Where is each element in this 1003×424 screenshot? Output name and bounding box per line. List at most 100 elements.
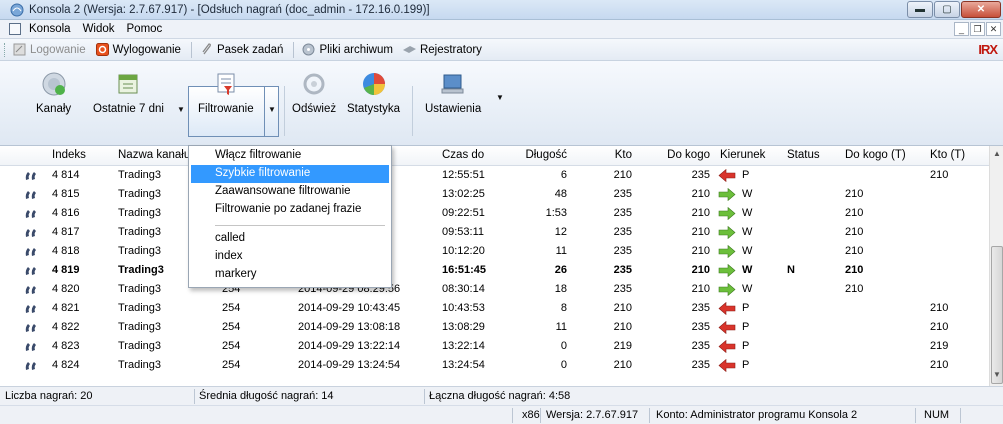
cell-chan: Trading3: [118, 359, 162, 371]
last7days-dropdown-icon[interactable]: ▼: [177, 105, 185, 114]
menu-called[interactable]: called: [191, 230, 389, 248]
cell-len: 0: [560, 359, 567, 371]
filter-dropdown-icon[interactable]: ▼: [268, 105, 276, 114]
settings-button[interactable]: Ustawienia: [425, 71, 481, 115]
col-to-whom-t[interactable]: Do kogo (T): [845, 149, 906, 161]
outgoing-arrow-icon: [718, 245, 736, 258]
menu-phrase-filter[interactable]: Filtrowanie po zadanej frazie: [191, 201, 389, 219]
logout-button[interactable]: Wylogowanie: [95, 43, 181, 56]
incoming-arrow-icon: [718, 302, 736, 315]
cell-idx: 4 818: [52, 245, 80, 257]
incoming-arrow-icon: [718, 340, 736, 353]
scroll-up-icon[interactable]: ▲: [993, 149, 1001, 158]
last7days-button[interactable]: Ostatnie 7 dni: [93, 71, 164, 115]
table-row[interactable]: 4 821 Trading3 254 2014-09-29 10:43:45 10:43…: [0, 300, 989, 317]
cell-kto: 235: [613, 226, 632, 238]
statistics-button[interactable]: Statystyka: [347, 71, 400, 115]
menu-konsola[interactable]: Konsola: [29, 23, 71, 35]
recording-icon: [25, 248, 36, 256]
col-channel[interactable]: Nazwa kanału: [118, 149, 190, 161]
col-length[interactable]: Długość: [490, 149, 567, 161]
table-row[interactable]: 4 819Trading31:1916:51:4526235210WN210: [0, 262, 989, 279]
menu-enable-filter[interactable]: Włącz filtrowanie: [191, 147, 389, 165]
col-who[interactable]: Kto: [580, 149, 632, 161]
cell-idx: 4 822: [52, 321, 80, 333]
taskbar-button[interactable]: Pasek zadań: [200, 43, 283, 56]
recorders-button[interactable]: Rejestratory: [402, 43, 482, 56]
table-row[interactable]: 4 817Trading35909:53:1112235210W210: [0, 224, 989, 241]
vertical-scrollbar[interactable]: ▲ ▼: [989, 146, 1003, 386]
table-row[interactable]: 4 816Trading35809:22:511:53235210W210: [0, 205, 989, 222]
title-bar: Konsola 2 (Wersja: 2.7.67.917) - [Odsłuc…: [0, 0, 1003, 20]
cell-chan: Trading3: [118, 188, 162, 200]
login-button[interactable]: Logowanie: [13, 43, 86, 56]
minimize-button[interactable]: ▬: [907, 1, 933, 18]
table-row[interactable]: 4 823 Trading3 254 2014-09-29 13:22:14 13:22…: [0, 338, 989, 355]
filter-button[interactable]: Filtrowanie: [198, 71, 254, 115]
recording-icon: [25, 343, 36, 351]
cell-dir: P: [742, 359, 750, 371]
cell-len: 8: [560, 302, 567, 314]
cell-dokogo-t: 210: [845, 245, 864, 257]
menu-widok[interactable]: Widok: [83, 23, 115, 35]
cell-dokogo-t: 210: [845, 207, 864, 219]
channels-button[interactable]: Kanały: [36, 71, 71, 115]
window-title: Konsola 2 (Wersja: 2.7.67.917) - [Odsłuc…: [29, 3, 430, 16]
col-end-time[interactable]: Czas do: [442, 149, 484, 161]
main-toolbar: Kanały Ostatnie 7 dni ▼ Filtrowanie ▼ Od…: [0, 61, 1003, 146]
menu-separator: [215, 225, 385, 226]
cell-dokogo-t: 210: [845, 188, 864, 200]
scroll-down-icon[interactable]: ▼: [993, 370, 1001, 379]
status-bar-summary: Liczba nagrań: 20 Średnia długość nagrań…: [0, 386, 1003, 405]
table-row[interactable]: 4 818Trading30910:12:2011235210W210: [0, 243, 989, 260]
recordings-grid: Indeks Nazwa kanału Czas do Długość Kto …: [0, 146, 1003, 386]
recording-icon: [25, 286, 36, 294]
col-status[interactable]: Status: [787, 149, 820, 161]
cell-dokogo: 210: [691, 264, 710, 276]
refresh-button[interactable]: Odśwież: [292, 71, 336, 115]
menu-markery[interactable]: markery: [191, 266, 389, 284]
recording-icon: [25, 191, 36, 199]
col-direction[interactable]: Kierunek: [720, 149, 765, 161]
cell-start: 2014-09-29 13:08:18: [298, 321, 401, 333]
menu-pomoc[interactable]: Pomoc: [127, 23, 163, 35]
total-length: Łączna długość nagrań: 4:58: [429, 390, 571, 402]
table-row[interactable]: 4 815Trading33713:02:2548235210W210: [0, 186, 989, 203]
cell-len: 1:53: [545, 207, 567, 219]
col-index[interactable]: Indeks: [52, 149, 86, 161]
menu-index[interactable]: index: [191, 248, 389, 266]
cell-kto: 210: [613, 302, 632, 314]
recording-icon: [25, 324, 36, 332]
cell-chan: Trading3: [118, 226, 162, 238]
close-button[interactable]: ✕: [961, 1, 1001, 18]
maximize-button[interactable]: ▢: [934, 1, 960, 18]
menu-advanced-filter[interactable]: Zaawansowane filtrowanie: [191, 183, 389, 201]
grid-header: Indeks Nazwa kanału Czas do Długość Kto …: [0, 146, 989, 166]
cell-end: 10:43:53: [442, 302, 485, 314]
table-row[interactable]: 4 820 Trading3 254 2014-09-29 08:29:56 08:30…: [0, 281, 989, 298]
table-row[interactable]: 4 822 Trading3 254 2014-09-29 13:08:18 13:08…: [0, 319, 989, 336]
scroll-thumb[interactable]: [991, 246, 1003, 384]
settings-dropdown-icon[interactable]: ▼: [496, 93, 504, 102]
mdi-minimize-button[interactable]: _: [954, 22, 969, 36]
cell-dokogo: 235: [691, 359, 710, 371]
recording-icon: [25, 362, 36, 370]
archives-button[interactable]: Pliki archiwum: [302, 43, 393, 56]
col-to-whom[interactable]: Do kogo: [648, 149, 710, 161]
filter-icon: [217, 73, 235, 95]
cell-end: 09:22:51: [442, 207, 485, 219]
toolbar-grip[interactable]: [4, 42, 7, 57]
mdi-close-button[interactable]: ✕: [986, 22, 1001, 36]
cell-dokogo: 235: [691, 321, 710, 333]
cell-chan: Trading3: [118, 283, 162, 295]
cell-len: 12: [554, 226, 567, 238]
cell-dir: W: [742, 226, 753, 238]
table-row[interactable]: 4 824 Trading3 254 2014-09-29 13:24:54 13:24…: [0, 357, 989, 374]
cell-dokogo: 210: [691, 207, 710, 219]
table-row[interactable]: 4 814Trading34512:55:516210235P210: [0, 167, 989, 184]
col-who-t[interactable]: Kto (T): [930, 149, 965, 161]
mdi-restore-button[interactable]: ❐: [970, 22, 985, 36]
document-icon[interactable]: [9, 23, 21, 35]
average-length: Średnia długość nagrań: 14: [199, 390, 334, 402]
menu-quick-filter[interactable]: Szybkie filtrowanie: [191, 165, 389, 183]
